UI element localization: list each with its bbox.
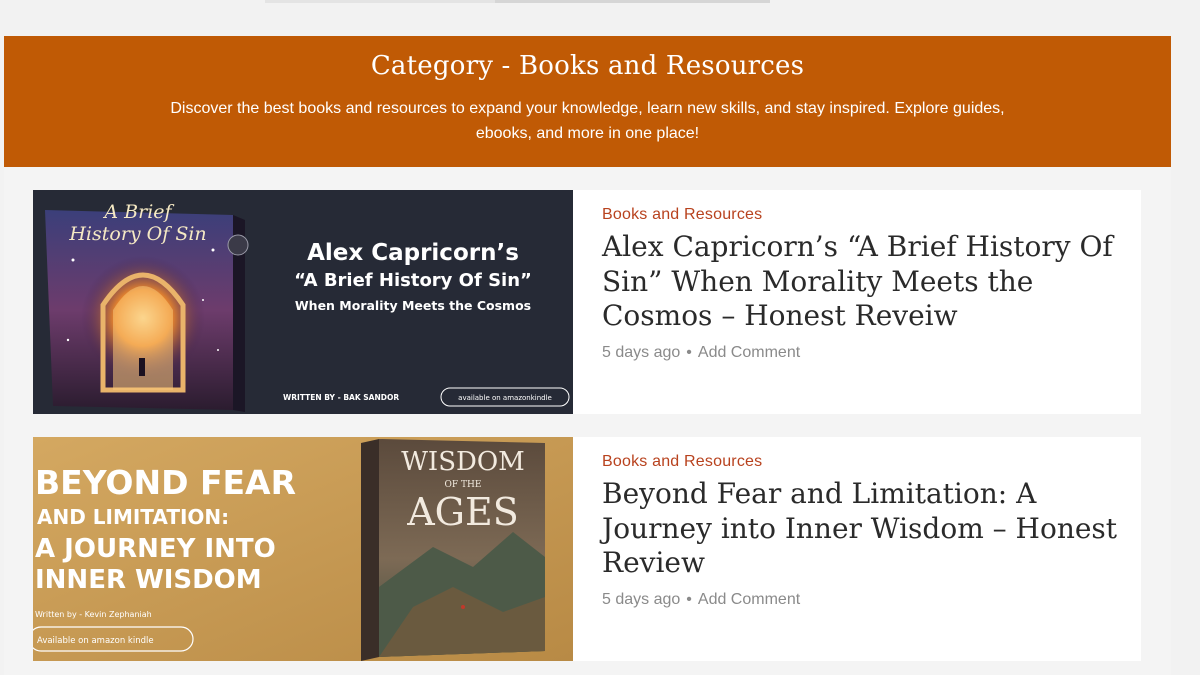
book-cover-title: A Brief (102, 201, 174, 223)
post-thumbnail[interactable]: BEYOND FEAR AND LIMITATION: A JOURNEY IN… (33, 437, 573, 661)
category-banner: Category - Books and Resources Discover … (4, 36, 1171, 167)
image-subheadline: When Morality Meets the Cosmos (295, 298, 531, 313)
meta-separator: • (686, 590, 692, 608)
post-meta: 5 days ago • Add Comment (602, 591, 1122, 609)
image-headline: A JOURNEY INTO (35, 534, 276, 564)
image-availability: Available on amazon kindle (37, 636, 154, 646)
image-headline: “A Brief History Of Sin” (294, 270, 532, 291)
post-category[interactable]: Books and Resources (602, 453, 1122, 471)
image-author: Written by - Kevin Zephaniah (35, 610, 152, 619)
category-title: Category - Books and Resources (370, 51, 805, 81)
post-title[interactable]: Alex Capricorn’s “A Brief History Of Sin… (602, 230, 1122, 334)
book-cover-title: OF THE (445, 480, 482, 490)
add-comment-link[interactable]: Add Comment (698, 591, 800, 608)
book-cover-title: WISDOM (401, 447, 525, 477)
post-info: Books and Resources Beyond Fear and Limi… (602, 453, 1122, 609)
image-headline: AND LIMITATION: (37, 505, 229, 529)
post-time: 5 days ago (602, 590, 681, 608)
post-info: Books and Resources Alex Capricorn’s “A … (602, 206, 1122, 362)
top-divider (495, 0, 770, 3)
post-category[interactable]: Books and Resources (602, 206, 1122, 224)
book-cover-title: History Of Sin (68, 223, 206, 245)
top-divider (265, 0, 495, 3)
image-headline: BEYOND FEAR (35, 463, 296, 502)
post-time: 5 days ago (602, 343, 681, 361)
add-comment-link[interactable]: Add Comment (698, 344, 800, 361)
post-card: A Brief History Of Sin Alex Capricorn’s … (33, 190, 1141, 414)
post-card: BEYOND FEAR AND LIMITATION: A JOURNEY IN… (33, 437, 1141, 661)
post-title[interactable]: Beyond Fear and Limitation: A Journey in… (602, 477, 1122, 581)
top-strip (0, 0, 1200, 30)
image-headline: Alex Capricorn’s (307, 240, 519, 266)
category-description: Discover the best books and resources to… (170, 100, 1005, 142)
page-margin (1171, 0, 1200, 675)
image-availability: available on amazonkindle (458, 394, 552, 402)
post-thumbnail[interactable]: A Brief History Of Sin Alex Capricorn’s … (33, 190, 573, 414)
meta-separator: • (686, 343, 692, 361)
post-meta: 5 days ago • Add Comment (602, 344, 1122, 362)
image-author: WRITTEN BY - BAK SANDOR (283, 393, 399, 402)
image-headline: INNER WISDOM (35, 565, 262, 595)
book-cover-title: AGES (406, 490, 519, 534)
